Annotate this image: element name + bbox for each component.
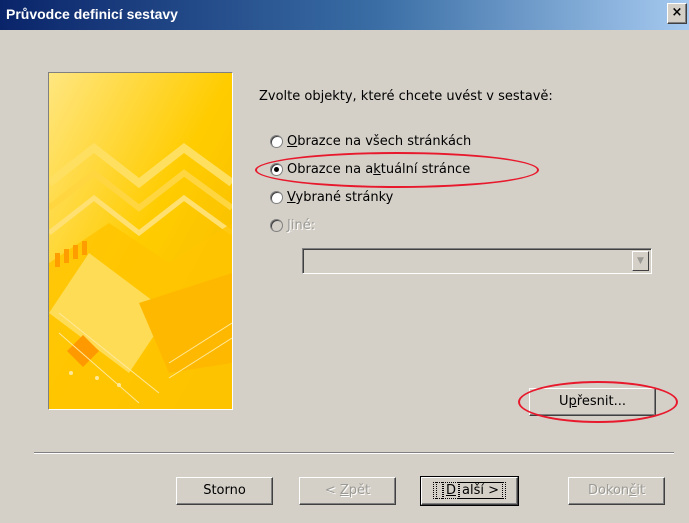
radio-button[interactable] xyxy=(270,135,283,148)
close-button[interactable]: × xyxy=(667,3,687,24)
other-select: ▼ xyxy=(302,248,652,274)
refine-button[interactable]: Upřesnit... xyxy=(529,388,656,416)
separator-line xyxy=(34,452,674,454)
cancel-button[interactable]: Storno xyxy=(176,477,273,505)
option-label: Obrazce na všech stránkách xyxy=(287,134,472,149)
dropdown-arrow-icon: ▼ xyxy=(632,251,649,271)
title-bar[interactable]: Průvodce definicí sestavy × xyxy=(0,0,689,30)
wizard-banner-image xyxy=(48,72,233,410)
radio-button-selected[interactable] xyxy=(270,163,283,176)
window-title: Průvodce definicí sestavy xyxy=(6,6,178,22)
back-button: < Zpět xyxy=(299,477,396,505)
next-button[interactable]: Další > xyxy=(420,476,519,506)
radio-button-disabled xyxy=(270,219,283,232)
finish-button: Dokončit xyxy=(568,477,665,505)
radio-button[interactable] xyxy=(270,191,283,204)
option-label: Obrazce na aktuální stránce xyxy=(287,162,471,177)
instructions-text: Zvolte objekty, které chcete uvést v ses… xyxy=(259,89,553,104)
option-label: Vybrané stránky xyxy=(287,190,394,205)
close-icon: × xyxy=(671,5,683,20)
option-label: Jiné: xyxy=(287,218,316,233)
